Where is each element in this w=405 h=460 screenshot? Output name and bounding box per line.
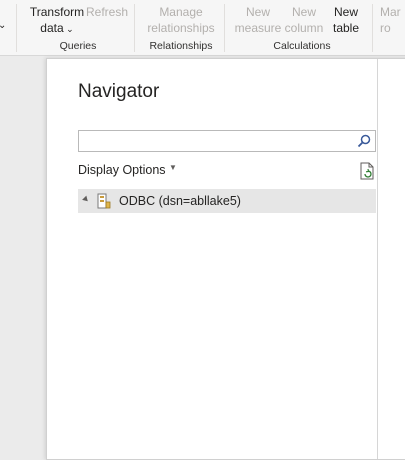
new-measure-button[interactable]: New measure: [234, 4, 282, 36]
tree-item-odbc[interactable]: ODBC (dsn=abllake5): [78, 189, 376, 213]
database-icon: [97, 193, 111, 209]
expand-triangle-icon[interactable]: [82, 195, 90, 204]
transform-data-button[interactable]: Transform data ⌄: [29, 4, 85, 37]
ribbon-separator: [134, 4, 135, 52]
partial-label-1: Mar: [380, 5, 401, 19]
new-measure-label-2: measure: [234, 21, 282, 35]
partial-label-2: ro: [380, 21, 391, 35]
manage-rel-label-2: relationships: [147, 21, 215, 35]
ribbon-separator: [372, 4, 373, 52]
manage-rel-label-1: Manage: [159, 5, 203, 19]
chevron-down-icon: ⌄: [63, 24, 74, 34]
new-table-label-2: table: [332, 21, 360, 35]
transform-label-1: Transform: [29, 5, 85, 19]
search-input[interactable]: [82, 132, 356, 152]
chevron-down-icon[interactable]: ▼: [169, 163, 177, 172]
ribbon: ⌄ Transform data ⌄ Refresh Queries Manag…: [0, 0, 405, 56]
new-table-label-1: New: [333, 5, 358, 19]
manage-relationships-button[interactable]: Manage relationships: [144, 4, 218, 36]
pane-divider: [377, 59, 378, 459]
ribbon-separator: [224, 4, 225, 52]
display-options-button[interactable]: Display Options: [78, 163, 166, 177]
search-icon[interactable]: [357, 134, 371, 148]
group-label-relationships: Relationships: [149, 40, 213, 52]
partial-ribbon-button[interactable]: Mar ro: [380, 4, 405, 36]
transform-label-2: data ⌄: [29, 20, 85, 37]
new-measure-label-1: New: [245, 5, 270, 19]
new-column-label-1: New: [291, 5, 316, 19]
search-box[interactable]: [78, 130, 376, 152]
refresh-document-icon[interactable]: [359, 162, 375, 180]
group-label-calculations: Calculations: [273, 40, 331, 52]
refresh-button[interactable]: Refresh: [86, 4, 128, 20]
tree-item-label: ODBC (dsn=abllake5): [119, 194, 241, 208]
new-column-button[interactable]: New column: [283, 4, 325, 36]
group-label-queries: Queries: [59, 40, 97, 52]
refresh-label: Refresh: [86, 5, 129, 19]
new-column-label-2: column: [284, 21, 324, 35]
chevron-down-icon[interactable]: ⌄: [0, 18, 6, 34]
new-table-button[interactable]: New table: [328, 4, 364, 36]
ribbon-separator: [16, 4, 17, 52]
navigator-dialog: Navigator Display Options ▼ ODBC (dsn=ab…: [46, 58, 405, 460]
dialog-title: Navigator: [78, 81, 160, 102]
transform-label-2-text: data: [40, 21, 64, 35]
